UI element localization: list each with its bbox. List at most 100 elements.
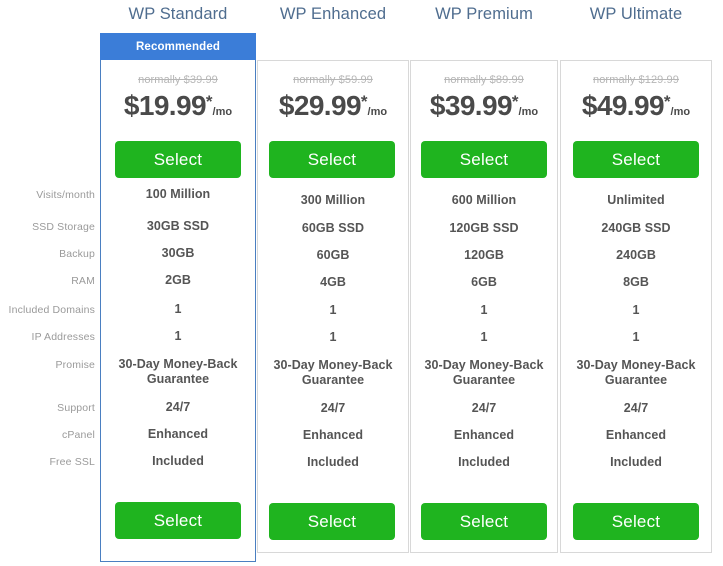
feature-value-visits-wp-ultimate: Unlimited — [560, 193, 712, 208]
feature-label-ip-addresses: IP Addresses — [32, 331, 95, 343]
feature-value-ips-wp-ultimate: 1 — [560, 330, 712, 345]
feature-value-domains-wp-standard: 1 — [100, 302, 256, 317]
feature-value-visits-wp-standard: 100 Million — [100, 187, 256, 202]
feature-label-cpanel: cPanel — [62, 429, 95, 441]
feature-value-promise-line1-wp-ultimate: 30-Day Money-Back — [560, 358, 712, 373]
plan-title-wp-premium: WP Premium — [410, 5, 558, 24]
feature-label-ram: RAM — [71, 275, 95, 287]
select-button-bottom-wp-premium[interactable]: Select — [421, 503, 547, 540]
feature-value-backup-wp-premium: 120GB — [410, 248, 558, 263]
price-amount-wp-premium: $39.99 — [430, 90, 512, 121]
select-button-top-wp-enhanced[interactable]: Select — [269, 141, 395, 178]
select-button-bottom-label-wp-premium: Select — [460, 512, 508, 532]
feature-value-ips-wp-premium: 1 — [410, 330, 558, 345]
select-button-bottom-label-wp-standard: Select — [154, 511, 202, 531]
feature-value-cpanel-wp-ultimate: Enhanced — [560, 428, 712, 443]
feature-value-backup-wp-standard: 30GB — [100, 246, 256, 261]
plan-title-wp-ultimate: WP Ultimate — [560, 5, 712, 24]
price-block-wp-ultimate: normally $129.99 $49.99*/mo — [560, 73, 712, 127]
select-button-bottom-label-wp-enhanced: Select — [308, 512, 356, 532]
feature-value-backup-wp-enhanced: 60GB — [257, 248, 409, 263]
feature-value-ssl-wp-ultimate: Included — [560, 455, 712, 470]
feature-value-support-wp-standard: 24/7 — [100, 400, 256, 415]
feature-value-support-wp-ultimate: 24/7 — [560, 401, 712, 416]
price-current-wp-standard: $19.99*/mo — [100, 91, 256, 127]
feature-value-ram-wp-ultimate: 8GB — [560, 275, 712, 290]
feature-value-storage-wp-premium: 120GB SSD — [410, 221, 558, 236]
price-asterisk-wp-premium: * — [512, 92, 519, 111]
feature-value-ips-wp-enhanced: 1 — [257, 330, 409, 345]
price-period-wp-ultimate: /mo — [671, 106, 691, 118]
recommended-ribbon: Recommended — [100, 33, 256, 60]
select-button-bottom-wp-enhanced[interactable]: Select — [269, 503, 395, 540]
feature-value-promise-line2-wp-enhanced: Guarantee — [257, 373, 409, 388]
feature-value-visits-wp-premium: 600 Million — [410, 193, 558, 208]
feature-value-backup-wp-ultimate: 240GB — [560, 248, 712, 263]
feature-value-ssl-wp-enhanced: Included — [257, 455, 409, 470]
select-button-top-label-wp-enhanced: Select — [308, 150, 356, 170]
feature-value-promise-line1-wp-premium: 30-Day Money-Back — [410, 358, 558, 373]
select-button-bottom-wp-ultimate[interactable]: Select — [573, 503, 699, 540]
feature-label-included-domains: Included Domains — [9, 304, 95, 316]
feature-value-ram-wp-premium: 6GB — [410, 275, 558, 290]
feature-label-backup: Backup — [59, 248, 95, 260]
price-original-wp-ultimate: normally $129.99 — [560, 73, 712, 87]
price-block-wp-enhanced: normally $59.99 $29.99*/mo — [257, 73, 409, 127]
price-amount-wp-ultimate: $49.99 — [582, 90, 664, 121]
feature-value-cpanel-wp-enhanced: Enhanced — [257, 428, 409, 443]
feature-value-promise-wp-premium: 30-Day Money-Back Guarantee — [410, 358, 558, 388]
feature-value-promise-wp-enhanced: 30-Day Money-Back Guarantee — [257, 358, 409, 388]
select-button-bottom-label-wp-ultimate: Select — [612, 512, 660, 532]
price-current-wp-ultimate: $49.99*/mo — [560, 91, 712, 127]
plan-title-wp-enhanced: WP Enhanced — [257, 5, 409, 24]
feature-value-ram-wp-standard: 2GB — [100, 273, 256, 288]
feature-value-storage-wp-standard: 30GB SSD — [100, 219, 256, 234]
recommended-ribbon-label: Recommended — [136, 41, 220, 53]
select-button-top-wp-standard[interactable]: Select — [115, 141, 241, 178]
price-period-wp-enhanced: /mo — [368, 106, 388, 118]
select-button-bottom-wp-standard[interactable]: Select — [115, 502, 241, 539]
price-original-wp-enhanced: normally $59.99 — [257, 73, 409, 87]
price-current-wp-premium: $39.99*/mo — [410, 91, 558, 127]
feature-value-domains-wp-ultimate: 1 — [560, 303, 712, 318]
price-asterisk-wp-standard: * — [206, 92, 213, 111]
price-original-wp-standard: normally $39.99 — [100, 73, 256, 87]
feature-value-promise-wp-standard: 30-Day Money-Back Guarantee — [100, 357, 256, 387]
feature-value-storage-wp-ultimate: 240GB SSD — [560, 221, 712, 236]
feature-value-ips-wp-standard: 1 — [100, 329, 256, 344]
feature-value-ram-wp-enhanced: 4GB — [257, 275, 409, 290]
price-original-wp-premium: normally $89.99 — [410, 73, 558, 87]
price-period-wp-premium: /mo — [519, 106, 539, 118]
select-button-top-label-wp-standard: Select — [154, 150, 202, 170]
select-button-top-label-wp-premium: Select — [460, 150, 508, 170]
feature-value-ssl-wp-standard: Included — [100, 454, 256, 469]
select-button-top-label-wp-ultimate: Select — [612, 150, 660, 170]
select-button-top-wp-premium[interactable]: Select — [421, 141, 547, 178]
price-current-wp-enhanced: $29.99*/mo — [257, 91, 409, 127]
feature-value-visits-wp-enhanced: 300 Million — [257, 193, 409, 208]
feature-value-promise-line2-wp-premium: Guarantee — [410, 373, 558, 388]
plan-title-wp-standard: WP Standard — [100, 5, 256, 24]
feature-value-promise-wp-ultimate: 30-Day Money-Back Guarantee — [560, 358, 712, 388]
feature-label-promise: Promise — [55, 359, 95, 371]
price-asterisk-wp-enhanced: * — [361, 92, 368, 111]
feature-value-promise-line1-wp-enhanced: 30-Day Money-Back — [257, 358, 409, 373]
price-block-wp-premium: normally $89.99 $39.99*/mo — [410, 73, 558, 127]
feature-label-visits-per-month: Visits/month — [36, 189, 95, 201]
feature-value-domains-wp-premium: 1 — [410, 303, 558, 318]
pricing-table: WP Standard WP Enhanced WP Premium WP Ul… — [0, 0, 723, 566]
price-period-wp-standard: /mo — [213, 106, 233, 118]
select-button-top-wp-ultimate[interactable]: Select — [573, 141, 699, 178]
feature-value-promise-line2-wp-standard: Guarantee — [100, 372, 256, 387]
price-block-wp-standard: normally $39.99 $19.99*/mo — [100, 73, 256, 127]
feature-value-promise-line1-wp-standard: 30-Day Money-Back — [100, 357, 256, 372]
feature-value-support-wp-enhanced: 24/7 — [257, 401, 409, 416]
feature-value-storage-wp-enhanced: 60GB SSD — [257, 221, 409, 236]
feature-label-free-ssl: Free SSL — [49, 456, 95, 468]
feature-value-domains-wp-enhanced: 1 — [257, 303, 409, 318]
feature-label-support: Support — [57, 402, 95, 414]
feature-value-support-wp-premium: 24/7 — [410, 401, 558, 416]
feature-value-cpanel-wp-premium: Enhanced — [410, 428, 558, 443]
price-asterisk-wp-ultimate: * — [664, 92, 671, 111]
plan-titles-row: WP Standard WP Enhanced WP Premium WP Ul… — [0, 0, 723, 30]
